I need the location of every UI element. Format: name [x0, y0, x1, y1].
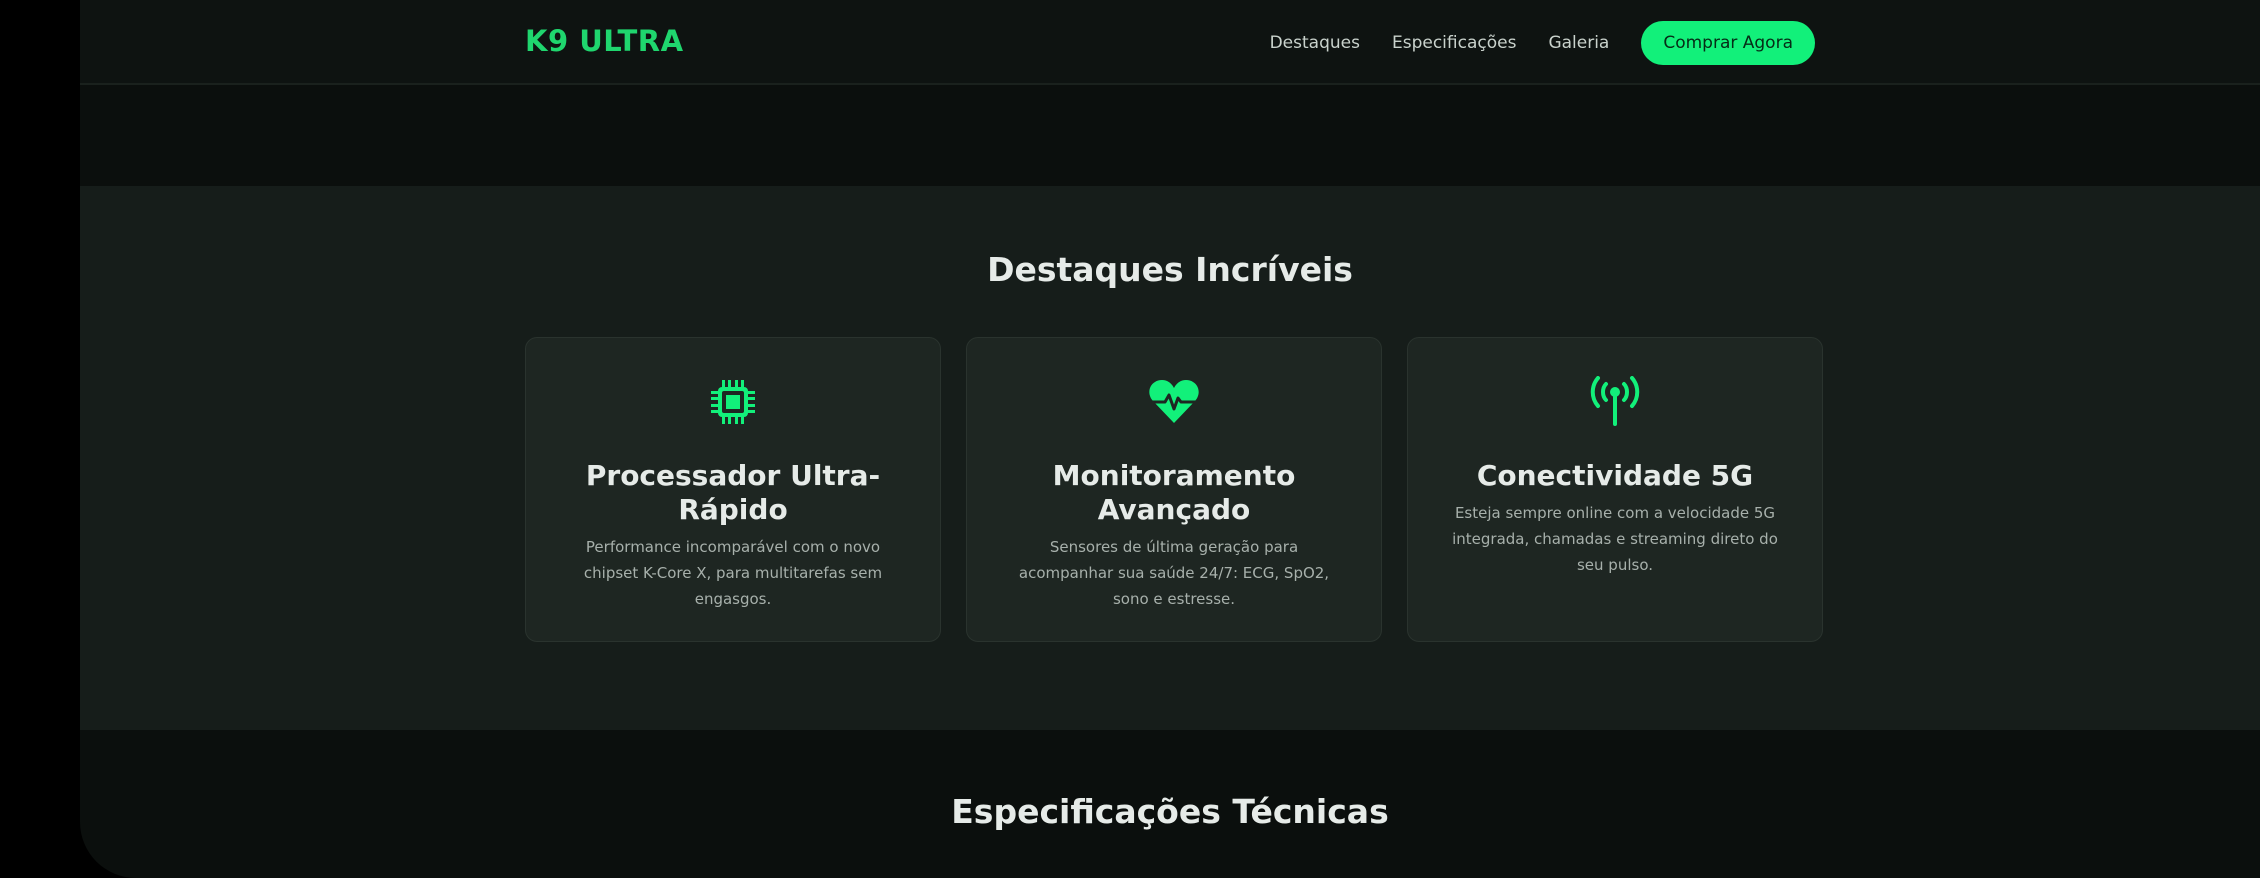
nav-link-destaques[interactable]: Destaques: [1270, 33, 1360, 53]
features-section: Destaques Incríveis Processador Ultra-Rá…: [80, 186, 2260, 730]
specs-title: Especificações Técnicas: [951, 792, 1389, 831]
heart-pulse-icon: [967, 376, 1381, 428]
feature-card-5g: Conectividade 5G Esteja sempre online co…: [1407, 337, 1823, 642]
feature-card-health: Monitoramento Avançado Sensores de últim…: [966, 337, 1382, 642]
card-description: Esteja sempre online com a velocidade 5G…: [1452, 504, 1778, 574]
features-title: Destaques Incríveis: [987, 250, 1353, 289]
buy-now-button[interactable]: Comprar Agora: [1641, 21, 1815, 65]
chip-icon: [526, 376, 940, 428]
brand-logo[interactable]: K9 ULTRA: [525, 24, 684, 58]
feature-cards: Processador Ultra-Rápido Performance inc…: [525, 337, 1823, 642]
card-description: Sensores de última geração para acompanh…: [1018, 538, 1330, 608]
card-description: Performance incomparável com o novo chip…: [583, 538, 883, 608]
card-title: Processador Ultra-Rápido: [585, 459, 881, 526]
feature-card-processor: Processador Ultra-Rápido Performance inc…: [525, 337, 941, 642]
nav-link-especificacoes[interactable]: Especificações: [1392, 33, 1516, 53]
antenna-icon: [1408, 376, 1822, 428]
nav-link-galeria[interactable]: Galeria: [1548, 33, 1609, 53]
card-title: Monitoramento Avançado: [1052, 459, 1296, 526]
card-title: Conectividade 5G: [1476, 459, 1754, 492]
browser-viewport: K9 ULTRA Destaques Especificações Galeri…: [80, 0, 2260, 878]
main-nav: Destaques Especificações Galeria Comprar…: [1270, 21, 1815, 65]
site-header: K9 ULTRA Destaques Especificações Galeri…: [80, 0, 2260, 85]
